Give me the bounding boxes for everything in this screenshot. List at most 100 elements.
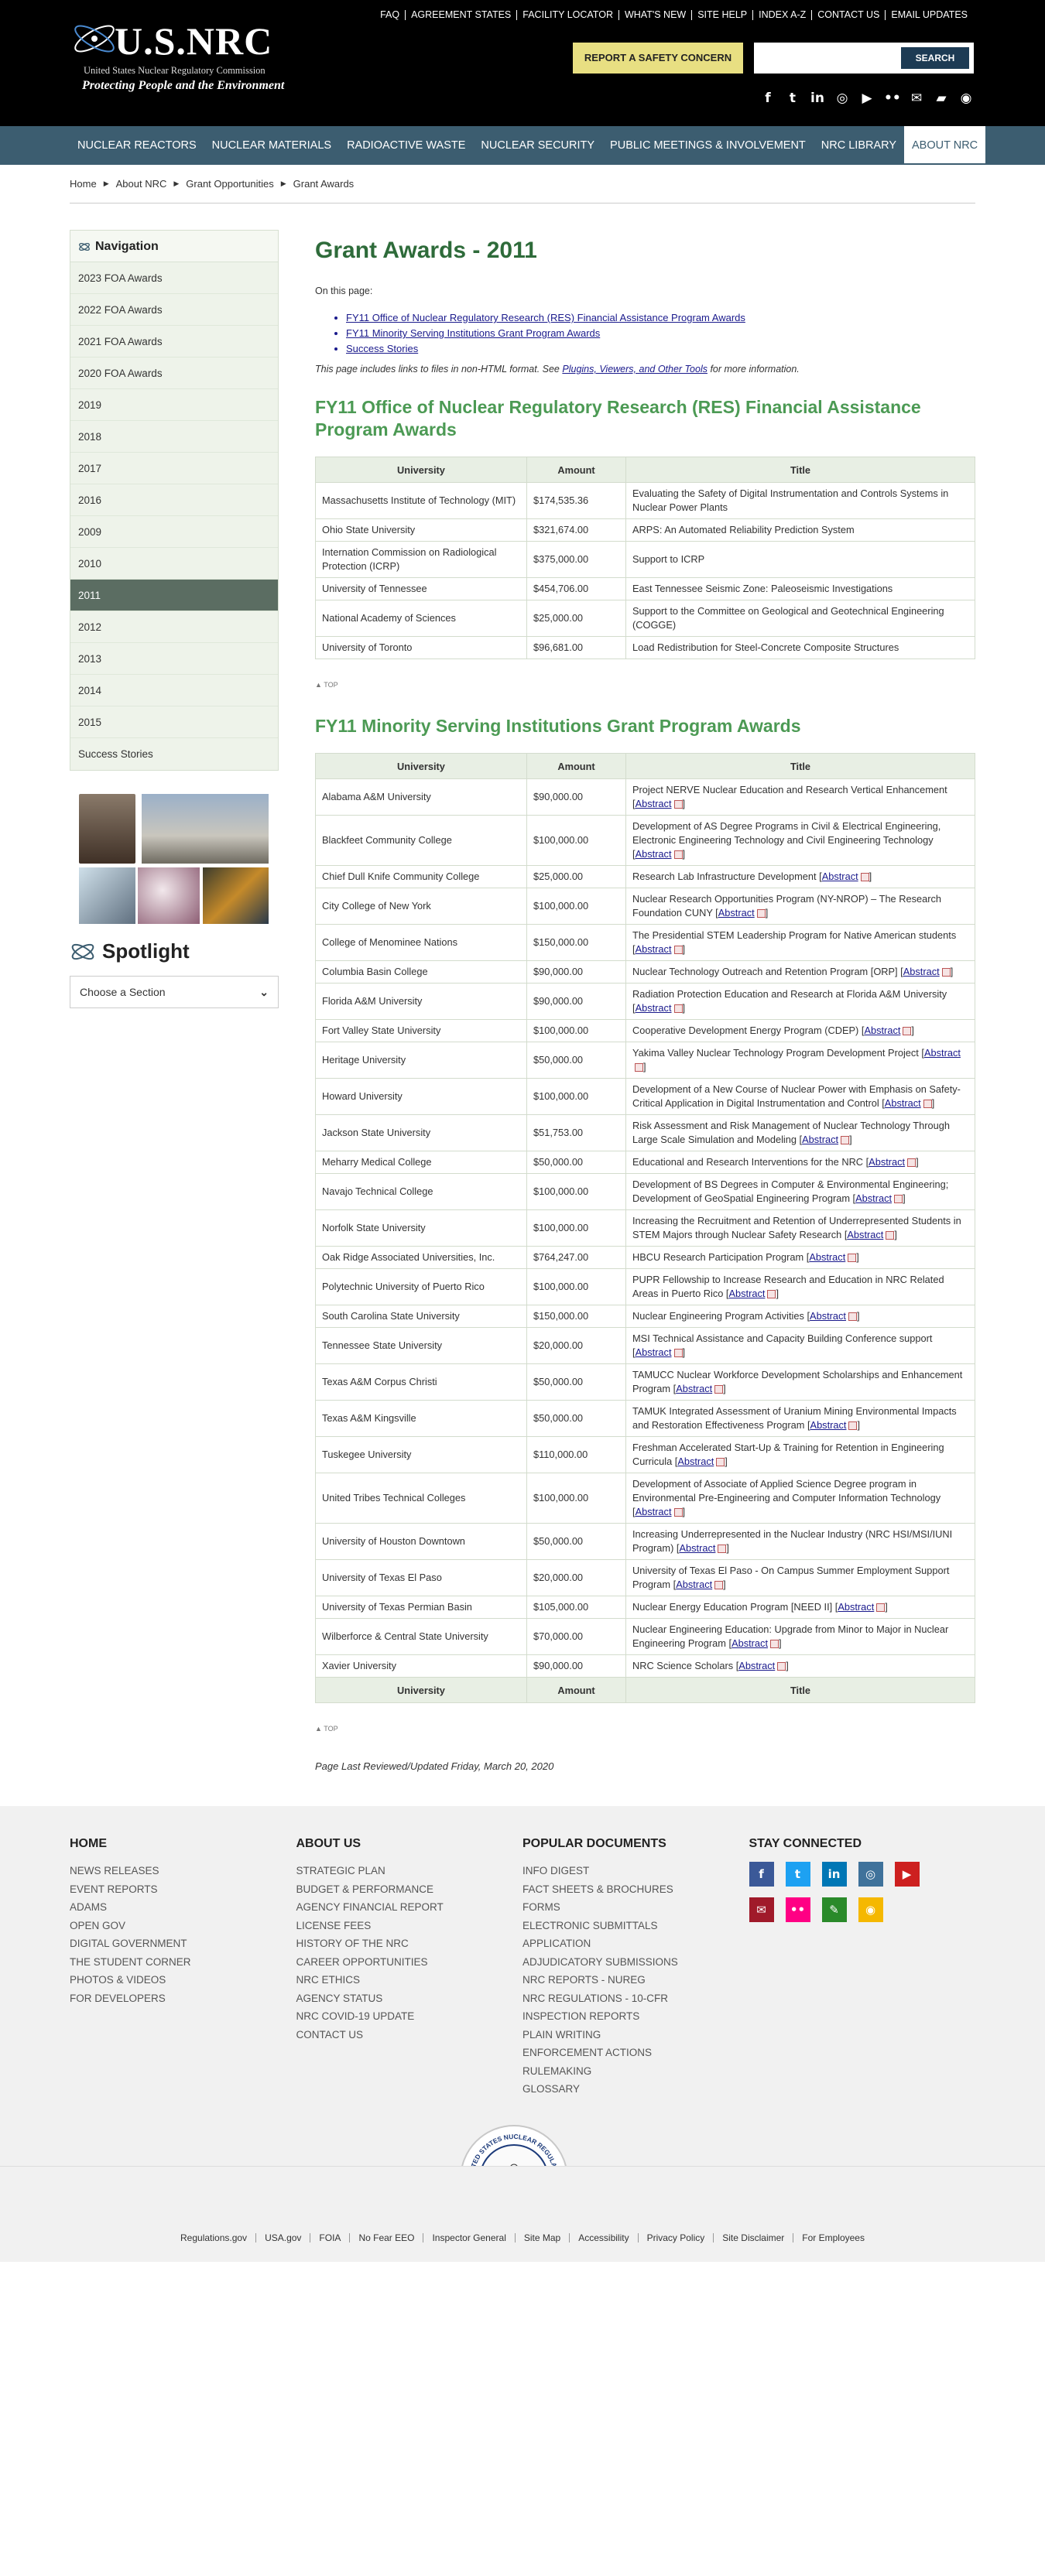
sidebar-item-2012[interactable]: 2012 — [70, 611, 278, 643]
utility-link-agreement-states[interactable]: AGREEMENT STATES — [405, 10, 516, 20]
nav-nuclear-security[interactable]: NUCLEAR SECURITY — [473, 126, 602, 165]
footer-link[interactable]: PHOTOS & VIDEOS — [70, 1971, 296, 1989]
footer-bottom-link[interactable]: Inspector General — [423, 2233, 514, 2242]
sidebar-item-2020-foa[interactable]: 2020 FOA Awards — [70, 357, 278, 389]
sidebar-item-2023-foa[interactable]: 2023 FOA Awards — [70, 262, 278, 294]
toc-link-msi[interactable]: FY11 Minority Serving Institutions Grant… — [346, 327, 600, 339]
abstract-link[interactable]: Abstract — [802, 1134, 838, 1145]
footer-link[interactable]: ADJUDICATORY SUBMISSIONS — [522, 1953, 749, 1972]
footer-link[interactable]: ENFORCEMENT ACTIONS — [522, 2044, 749, 2062]
sidebar-item-2018[interactable]: 2018 — [70, 421, 278, 453]
sidebar-item-2016[interactable]: 2016 — [70, 484, 278, 516]
footer-link[interactable]: INSPECTION REPORTS — [522, 2007, 749, 2026]
abstract-link[interactable]: Abstract — [847, 1229, 883, 1240]
footer-bottom-link[interactable]: Privacy Policy — [637, 2233, 714, 2242]
facebook-icon[interactable]: f — [749, 1862, 774, 1887]
linkedin-icon[interactable]: in — [810, 91, 825, 106]
sidebar-item-2017[interactable]: 2017 — [70, 453, 278, 484]
abstract-link[interactable]: Abstract — [718, 907, 755, 919]
footer-link[interactable]: LICENSE FEES — [296, 1917, 523, 1935]
footer-bottom-link[interactable]: For Employees — [793, 2233, 873, 2242]
back-to-top-link[interactable]: ▲ TOP — [315, 1725, 975, 1733]
nav-nuclear-materials[interactable]: NUCLEAR MATERIALS — [204, 126, 339, 165]
footer-link[interactable]: FORMS — [522, 1898, 749, 1917]
abstract-link[interactable]: Abstract — [864, 1025, 900, 1036]
abstract-link[interactable]: Abstract — [677, 1456, 714, 1467]
footer-link[interactable]: BUDGET & PERFORMANCE — [296, 1880, 523, 1899]
section-select[interactable]: Choose a Section ⌄ — [70, 976, 279, 1008]
instagram-icon[interactable]: ◎ — [858, 1862, 883, 1887]
linkedin-icon[interactable]: in — [821, 1862, 847, 1887]
breadcrumb-about-nrc[interactable]: About NRC — [116, 178, 167, 190]
sidebar-item-success-stories[interactable]: Success Stories — [70, 738, 278, 770]
abstract-link[interactable]: Abstract — [810, 1310, 846, 1322]
footer-link[interactable]: RULEMAKING — [522, 2062, 749, 2081]
sidebar-item-2022-foa[interactable]: 2022 FOA Awards — [70, 294, 278, 326]
footer-bottom-link[interactable]: Regulations.gov — [172, 2233, 255, 2242]
footer-link[interactable]: ADAMS — [70, 1898, 296, 1917]
search-button[interactable]: SEARCH — [901, 47, 969, 69]
footer-link[interactable]: AGENCY STATUS — [296, 1989, 523, 2008]
footer-link[interactable]: STRATEGIC PLAN — [296, 1862, 523, 1880]
nrc-logo[interactable]: U.S.NRC United States Nuclear Regulatory… — [70, 15, 294, 97]
rss-icon[interactable]: ◉ — [858, 1897, 883, 1922]
chat-icon[interactable]: ▰ — [934, 91, 949, 106]
abstract-link[interactable]: Abstract — [676, 1383, 712, 1394]
footer-link[interactable]: THE STUDENT CORNER — [70, 1953, 296, 1972]
abstract-link[interactable]: Abstract — [728, 1288, 765, 1299]
flickr-icon[interactable]: •• — [785, 1897, 810, 1922]
footer-link[interactable]: INFO DIGEST — [522, 1862, 749, 1880]
footer-link[interactable]: NEWS RELEASES — [70, 1862, 296, 1880]
sidebar-item-2019[interactable]: 2019 — [70, 389, 278, 421]
footer-bottom-link[interactable]: Accessibility — [569, 2233, 637, 2242]
abstract-link[interactable]: Abstract — [810, 1419, 847, 1431]
twitter-icon[interactable]: t — [785, 1862, 810, 1887]
back-to-top-link[interactable]: ▲ TOP — [315, 681, 975, 689]
instagram-icon[interactable]: ◎ — [834, 91, 850, 106]
nav-radioactive-waste[interactable]: RADIOACTIVE WASTE — [339, 126, 473, 165]
facebook-icon[interactable]: f — [760, 91, 776, 106]
sidebar-item-2014[interactable]: 2014 — [70, 675, 278, 706]
footer-link[interactable]: NRC REGULATIONS - 10-CFR — [522, 1989, 749, 2008]
abstract-link[interactable]: Abstract — [869, 1156, 905, 1168]
edit-icon[interactable]: ✎ — [821, 1897, 847, 1922]
footer-link[interactable]: GLOSSARY — [522, 2080, 749, 2099]
footer-link[interactable]: FOR DEVELOPERS — [70, 1989, 296, 2008]
abstract-link[interactable]: Abstract — [855, 1192, 892, 1204]
breadcrumb-home[interactable]: Home — [70, 178, 97, 190]
footer-bottom-link[interactable]: USA.gov — [255, 2233, 310, 2242]
abstract-link[interactable]: Abstract — [636, 1002, 672, 1014]
abstract-link[interactable]: Abstract — [636, 1506, 672, 1517]
footer-link[interactable]: CAREER OPPORTUNITIES — [296, 1953, 523, 1972]
abstract-link[interactable]: Abstract — [676, 1579, 712, 1590]
nav-nuclear-reactors[interactable]: NUCLEAR REACTORS — [70, 126, 204, 165]
utility-link-email-updates[interactable]: EMAIL UPDATES — [885, 10, 973, 20]
utility-link-facility-locator[interactable]: FACILITY LOCATOR — [516, 10, 618, 20]
search-input[interactable] — [754, 43, 901, 74]
abstract-link[interactable]: Abstract — [838, 1601, 874, 1613]
utility-link-faq[interactable]: FAQ — [375, 10, 405, 20]
breadcrumb-grant-opportunities[interactable]: Grant Opportunities — [186, 178, 273, 190]
utility-link-index[interactable]: INDEX A-Z — [752, 10, 811, 20]
footer-link[interactable]: NRC REPORTS - NUREG — [522, 1971, 749, 1989]
footer-bottom-link[interactable]: Site Disclaimer — [713, 2233, 793, 2242]
nav-nrc-library[interactable]: NRC LIBRARY — [814, 126, 904, 165]
abstract-link[interactable]: Abstract — [822, 871, 858, 882]
footer-bottom-link[interactable]: No Fear EEO — [349, 2233, 423, 2242]
blog-icon[interactable]: ✉ — [909, 91, 924, 106]
plugins-link[interactable]: Plugins, Viewers, and Other Tools — [562, 364, 708, 375]
rss-icon[interactable]: ◉ — [958, 91, 974, 106]
footer-link[interactable]: ELECTRONIC SUBMITTALS — [522, 1917, 749, 1935]
report-safety-concern-button[interactable]: REPORT A SAFETY CONCERN — [573, 43, 743, 74]
footer-link[interactable]: EVENT REPORTS — [70, 1880, 296, 1899]
abstract-link[interactable]: Abstract — [885, 1097, 921, 1109]
abstract-link[interactable]: Abstract — [679, 1542, 715, 1554]
abstract-link[interactable]: Abstract — [636, 798, 672, 809]
toc-link-res[interactable]: FY11 Office of Nuclear Regulatory Resear… — [346, 312, 745, 323]
abstract-link[interactable]: Abstract — [636, 1346, 672, 1358]
utility-link-contact[interactable]: CONTACT US — [811, 10, 885, 20]
abstract-link[interactable]: Abstract — [636, 848, 672, 860]
footer-link[interactable]: PLAIN WRITING — [522, 2026, 749, 2044]
sidebar-item-2011[interactable]: 2011 — [70, 580, 278, 611]
blog-icon[interactable]: ✉ — [749, 1897, 774, 1922]
